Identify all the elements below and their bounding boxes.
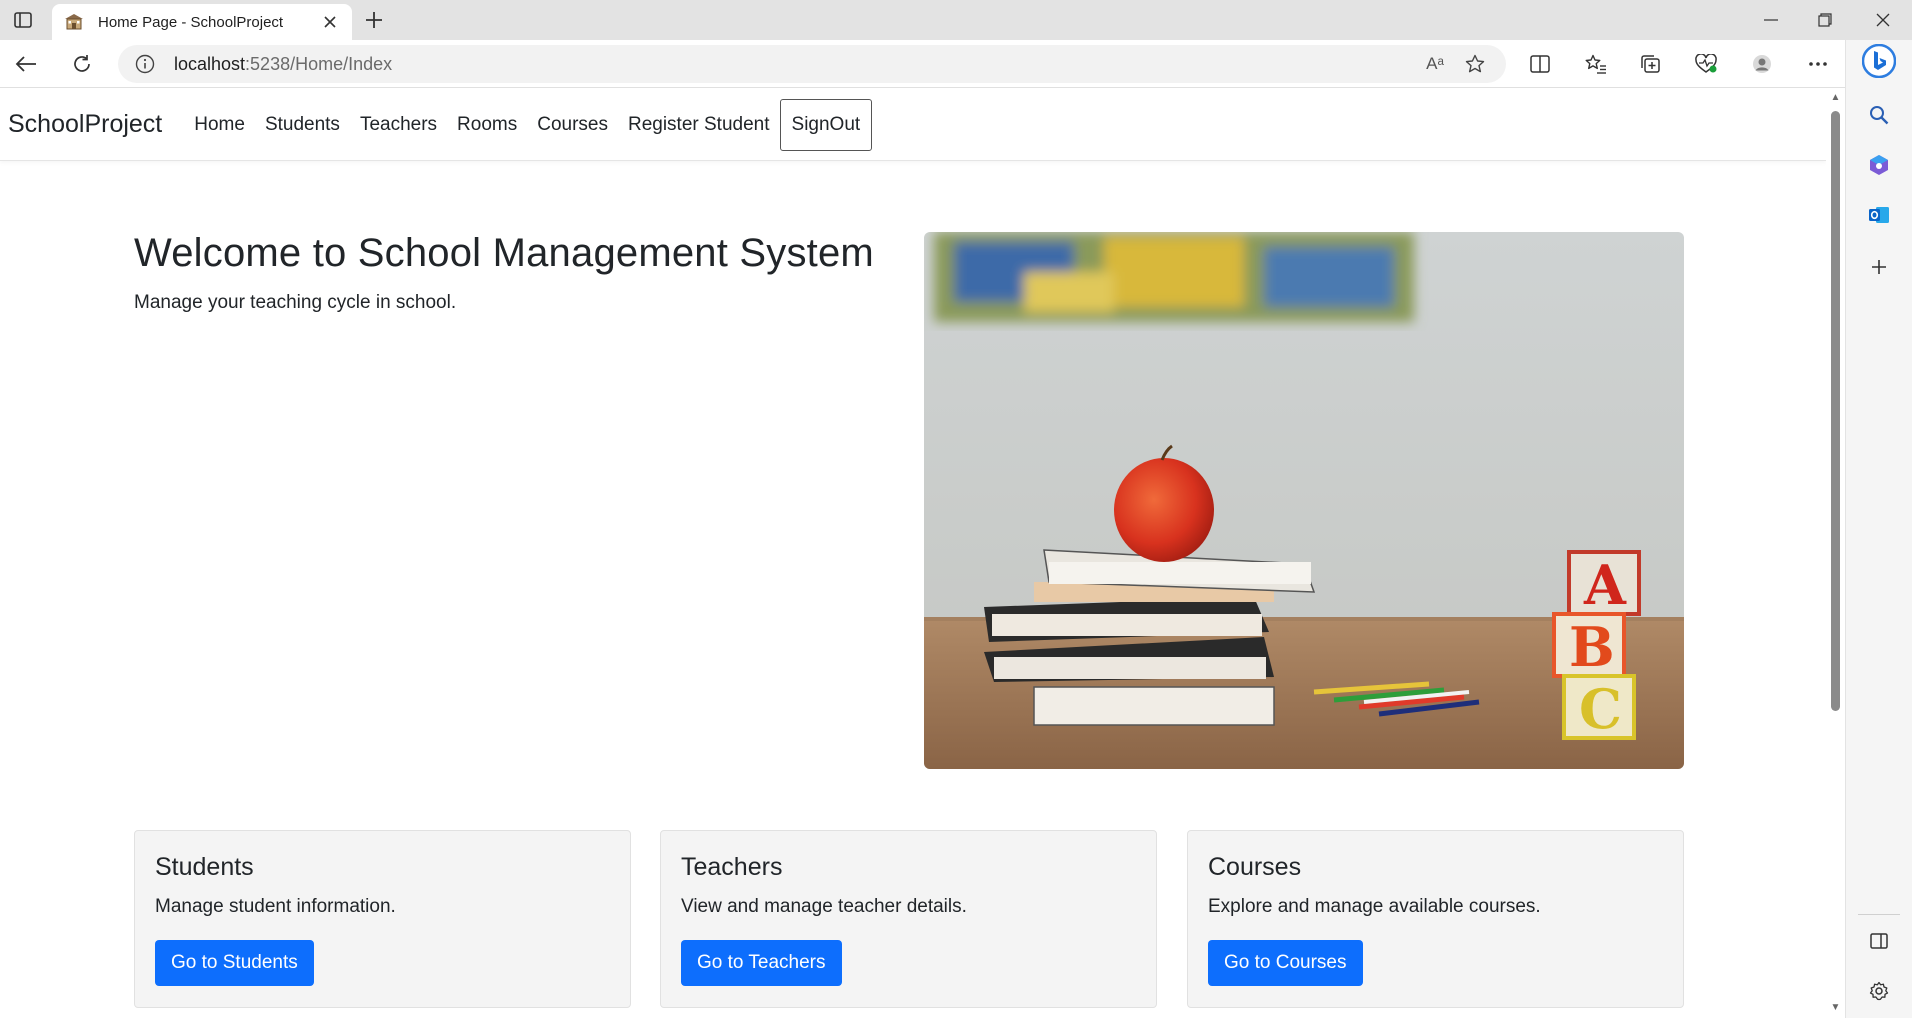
nav-link-courses[interactable]: Courses [527, 114, 618, 136]
card-text: Manage student information. [155, 896, 396, 917]
scroll-up-arrow-icon[interactable]: ▲ [1830, 93, 1841, 103]
tab-actions-icon[interactable] [10, 8, 36, 32]
bing-copilot-icon[interactable] [1862, 44, 1896, 78]
card-title: Students [155, 853, 254, 881]
copilot-app-icon[interactable] [1862, 148, 1896, 182]
more-options-icon[interactable] [1800, 48, 1836, 80]
edge-sidebar [1845, 40, 1912, 1018]
page-title: Welcome to School Management System [134, 231, 874, 275]
address-bar[interactable]: localhost:5238/Home/Index Aᵃ [118, 45, 1506, 83]
browser-essentials-icon[interactable] [1688, 48, 1724, 80]
hero-image-apple-books: A B C [924, 232, 1684, 769]
nav-link-rooms[interactable]: Rooms [447, 114, 527, 136]
tab-title: Home Page - SchoolProject [98, 13, 284, 31]
go-to-courses-button[interactable]: Go to Courses [1208, 940, 1363, 986]
signout-button[interactable]: SignOut [779, 98, 873, 151]
close-window-icon[interactable] [1856, 0, 1910, 40]
svg-text:C: C [1579, 677, 1622, 741]
new-tab-icon[interactable] [360, 6, 388, 34]
read-aloud-icon[interactable]: Aᵃ [1422, 51, 1448, 77]
go-to-students-button[interactable]: Go to Students [155, 940, 314, 986]
page-scrollbar[interactable]: ▲ ▼ [1826, 89, 1845, 1018]
nav-link-students[interactable]: Students [255, 114, 350, 136]
close-tab-icon[interactable] [320, 12, 340, 32]
card-students: Students Manage student information. Go … [134, 830, 631, 1008]
url-text: localhost:5238/Home/Index [174, 54, 392, 75]
url-path: :5238/Home/Index [245, 53, 393, 74]
hero-text: Welcome to School Management System Mana… [134, 231, 894, 314]
favorites-icon[interactable] [1578, 48, 1614, 80]
card-courses: Courses Explore and manage available cou… [1187, 830, 1684, 1008]
scroll-down-arrow-icon[interactable]: ▼ [1830, 1003, 1841, 1013]
nav-link-register-student[interactable]: Register Student [618, 114, 780, 136]
favorite-star-icon[interactable] [1462, 51, 1488, 77]
collections-icon[interactable] [1632, 48, 1668, 80]
hide-sidebar-icon[interactable] [1862, 924, 1896, 958]
card-teachers: Teachers View and manage teacher details… [660, 830, 1157, 1008]
nav-link-teachers[interactable]: Teachers [350, 114, 447, 136]
minimize-window-icon[interactable] [1744, 0, 1798, 40]
card-title: Courses [1208, 853, 1302, 881]
scrollbar-thumb[interactable] [1831, 111, 1840, 711]
go-to-teachers-button[interactable]: Go to Teachers [681, 940, 842, 986]
add-sidebar-app-icon[interactable] [1862, 250, 1896, 284]
settings-gear-icon[interactable] [1862, 974, 1896, 1008]
site-navbar: SchoolProject Home Students Teachers Roo… [0, 89, 1826, 161]
browser-toolbar: localhost:5238/Home/Index Aᵃ [0, 40, 1912, 88]
page-subtitle: Manage your teaching cycle in school. [134, 292, 457, 313]
browser-tab-active[interactable]: Home Page - SchoolProject [52, 4, 352, 40]
url-host: localhost [174, 53, 246, 74]
sidebar-divider [1858, 914, 1900, 915]
back-arrow-icon[interactable] [8, 48, 44, 80]
site-info-icon[interactable] [134, 53, 156, 75]
restore-window-icon[interactable] [1798, 0, 1852, 40]
card-text: View and manage teacher details. [681, 896, 967, 917]
split-screen-icon[interactable] [1522, 48, 1558, 80]
card-text: Explore and manage available courses. [1208, 896, 1541, 917]
nav-link-home[interactable]: Home [184, 114, 255, 136]
navbar-brand[interactable]: SchoolProject [8, 110, 162, 139]
card-title: Teachers [681, 853, 783, 881]
search-icon[interactable] [1862, 98, 1896, 132]
svg-text:A: A [1583, 553, 1627, 617]
page-viewport: SchoolProject Home Students Teachers Roo… [0, 89, 1826, 1018]
refresh-icon[interactable] [64, 48, 100, 80]
profile-avatar-icon[interactable] [1744, 48, 1780, 80]
svg-text:B: B [1569, 615, 1615, 679]
browser-tab-bar: Home Page - SchoolProject [0, 0, 1912, 40]
school-favicon-icon [64, 12, 84, 32]
outlook-icon[interactable] [1862, 198, 1896, 232]
